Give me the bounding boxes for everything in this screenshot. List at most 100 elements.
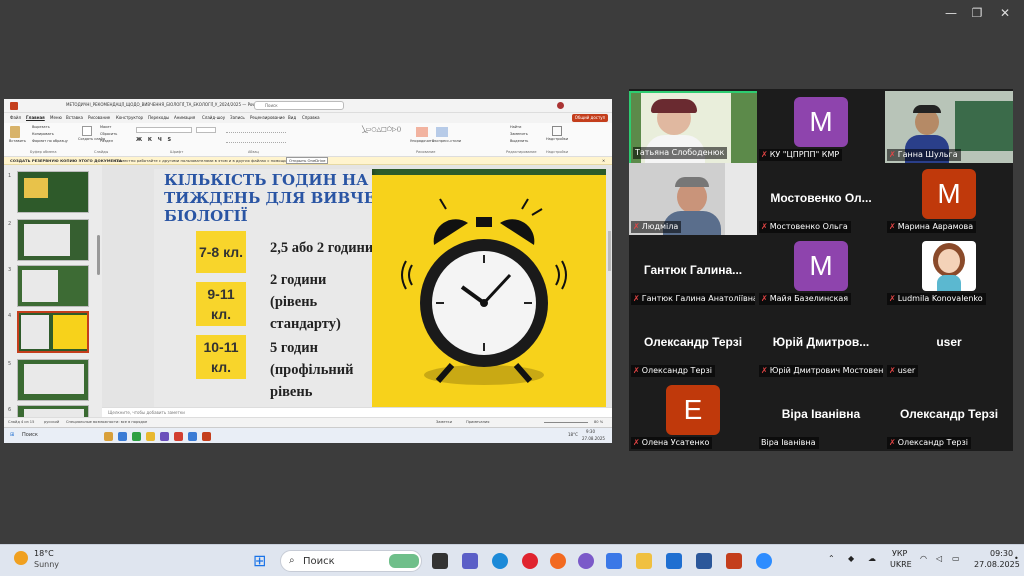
open-onedrive-button[interactable]: Открыть OneDrive	[286, 157, 329, 164]
addins-icon[interactable]	[552, 126, 562, 136]
participant-tile-12[interactable]: user ✗ user	[885, 307, 1013, 379]
clock-time[interactable]: 09:30	[990, 549, 1013, 558]
slide-thumb-5[interactable]	[17, 359, 89, 401]
teams-icon[interactable]	[462, 553, 478, 569]
paste-icon[interactable]	[10, 126, 20, 138]
close-button[interactable]: ✕	[998, 6, 1012, 20]
alignment-controls[interactable]	[226, 137, 286, 143]
copy-button[interactable]: Копировать	[32, 132, 54, 137]
font-format-buttons[interactable]: Ж К Ч S	[136, 137, 216, 143]
clock-date[interactable]: 27.08.2025	[974, 560, 1020, 569]
restore-button[interactable]: ❐	[970, 6, 984, 20]
menu-transitions[interactable]: Переходы	[148, 115, 169, 120]
participant-tile-10[interactable]: Олександр Терзі ✗ Олександр Терзі	[629, 307, 757, 379]
volume-icon[interactable]: ◁	[936, 554, 942, 563]
notes-button[interactable]: Заметки	[436, 420, 452, 424]
weather-description[interactable]: Sunny	[34, 560, 59, 569]
share-button[interactable]: Общий доступ	[572, 114, 608, 122]
slide-thumb-4-selected[interactable]	[17, 311, 89, 353]
language-indicator-top[interactable]: УКР	[892, 549, 907, 558]
slide-thumb-3[interactable]	[17, 265, 89, 307]
remote-app-icon[interactable]	[160, 432, 169, 441]
firefox-icon[interactable]	[550, 553, 566, 569]
account-avatar[interactable]	[557, 102, 564, 109]
participant-tile-11[interactable]: Юрій Дмитров... ✗ Юрій Дмитрович Мостовен…	[757, 307, 885, 379]
menu-view[interactable]: Вид	[288, 115, 296, 120]
remote-app-icon[interactable]	[118, 432, 127, 441]
dropbox-icon[interactable]: ◆	[848, 554, 854, 563]
menu-design[interactable]: Конструктор	[116, 115, 143, 120]
powerpoint-search[interactable]: Поиск	[254, 101, 344, 110]
wifi-icon[interactable]: ◠	[920, 554, 927, 563]
taskbar-search[interactable]: ⌕ Поиск	[280, 550, 422, 572]
paste-label[interactable]: Вставить	[9, 139, 26, 144]
layout-button[interactable]: Макет	[100, 125, 111, 130]
arrange-label[interactable]: Упорядочить	[410, 139, 434, 144]
word-icon[interactable]	[696, 553, 712, 569]
menu-home[interactable]: Главная	[26, 115, 45, 120]
slide-thumb-2[interactable]	[17, 219, 89, 261]
menu-file[interactable]: Файл	[10, 115, 21, 120]
remote-app-icon[interactable]	[174, 432, 183, 441]
cut-button[interactable]: Вырезать	[32, 125, 50, 130]
microsoft-store-icon[interactable]	[666, 553, 682, 569]
remote-start-icon[interactable]: ⊞	[10, 432, 14, 438]
participant-tile-5[interactable]: Мостовенко Ол... ✗ Мостовенко Ольга	[757, 163, 885, 235]
opera-icon[interactable]	[522, 553, 538, 569]
menu-animations[interactable]: Анимация	[174, 115, 195, 120]
chevron-up-icon[interactable]: ⌃	[828, 554, 835, 563]
menu-review[interactable]: Рецензирование	[250, 115, 285, 120]
menu-slideshow[interactable]: Слайд-шоу	[202, 115, 225, 120]
format-painter-button[interactable]: Формат по образцу	[32, 139, 68, 144]
onedrive-icon[interactable]: ☁	[868, 554, 876, 563]
battery-icon[interactable]: ▭	[952, 554, 960, 563]
font-size-select[interactable]	[196, 127, 216, 133]
accessibility-status[interactable]: Специальные возможности: все в порядке	[66, 420, 147, 424]
reset-button[interactable]: Сбросить	[100, 132, 117, 137]
comments-button[interactable]: Примечания	[466, 420, 489, 424]
weather-temperature[interactable]: 18°C	[34, 549, 54, 558]
task-view-icon[interactable]	[432, 553, 448, 569]
remote-app-icon[interactable]	[146, 432, 155, 441]
replace-button[interactable]: Заменить	[510, 132, 528, 137]
participant-tile-1[interactable]: Татьяна Слободенюк	[629, 91, 759, 165]
menu-draw[interactable]: Рисование	[88, 115, 110, 120]
thumbnail-scrollbar[interactable]	[97, 235, 100, 275]
participant-tile-13[interactable]: E ✗ Олена Усатенко	[629, 379, 757, 451]
font-family-select[interactable]	[136, 127, 192, 133]
remote-app-icon[interactable]	[104, 432, 113, 441]
participant-tile-14[interactable]: Віра Іванівна Віра Іванівна	[757, 379, 885, 451]
paragraph-controls[interactable]	[226, 127, 286, 133]
remote-app-icon[interactable]	[188, 432, 197, 441]
remote-search[interactable]: Поиск	[22, 432, 38, 438]
edge-icon[interactable]	[492, 553, 508, 569]
notes-pane[interactable]: Щелкните, чтобы добавить заметки	[102, 407, 612, 417]
remote-app-icon[interactable]	[132, 432, 141, 441]
participant-tile-6[interactable]: M ✗ Марина Аврамова	[885, 163, 1013, 235]
menu-menu[interactable]: Меню	[50, 115, 62, 120]
menu-insert[interactable]: Вставка	[66, 115, 83, 120]
participant-tile-9[interactable]: ✗ Ludmila Konovalenko	[885, 235, 1013, 307]
viber-icon[interactable]	[578, 553, 594, 569]
shapes-gallery[interactable]: ╲▭○△□⬠▷⟨⟩⌒	[362, 127, 406, 145]
menu-record[interactable]: Запись	[230, 115, 245, 120]
participant-tile-2[interactable]: M ✗ КУ "ЦПРПП" КМР	[757, 91, 885, 163]
zoom-level[interactable]: 80 %	[594, 420, 603, 424]
arrange-icon[interactable]	[416, 127, 428, 137]
participant-tile-4[interactable]: ✗ Людміла	[629, 163, 757, 235]
select-button[interactable]: Выделить	[510, 139, 528, 144]
zoom-slider[interactable]	[544, 422, 588, 423]
windows-start-icon[interactable]: ⊞	[253, 553, 269, 569]
participant-tile-8[interactable]: M ✗ Майя Базелинская	[757, 235, 885, 307]
sun-icon[interactable]	[14, 551, 28, 565]
section-button[interactable]: Раздел	[100, 139, 113, 144]
addins-label[interactable]: Надстройки	[546, 137, 568, 142]
copilot-icon[interactable]	[606, 553, 622, 569]
menu-help[interactable]: Справка	[302, 115, 320, 120]
file-explorer-icon[interactable]	[636, 553, 652, 569]
participant-tile-3[interactable]: ✗ Ганна Шульга	[885, 91, 1013, 163]
powerpoint-icon[interactable]	[726, 553, 742, 569]
participant-tile-15[interactable]: Олександр Терзі ✗ Олександр Терзі	[885, 379, 1013, 451]
zoom-icon[interactable]	[756, 553, 772, 569]
slide-scrollbar[interactable]	[608, 231, 611, 271]
